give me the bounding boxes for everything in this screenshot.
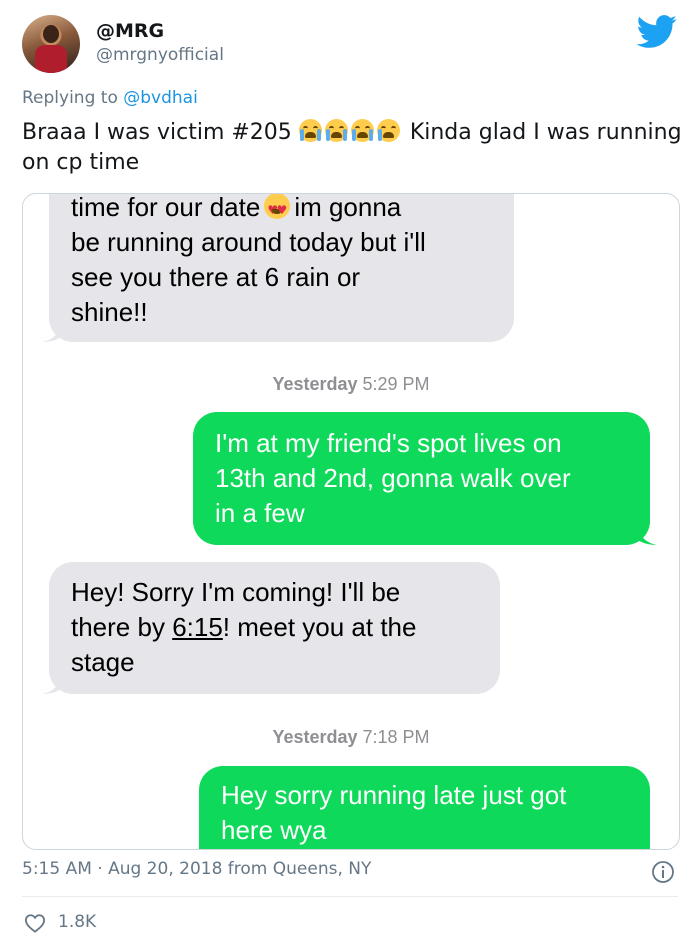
heart-icon[interactable] xyxy=(24,913,46,933)
message-line: Hey! Sorry I'm coming! I'll be xyxy=(71,577,401,607)
username[interactable]: @mrgnyofficial xyxy=(96,45,224,65)
message-line: I'm at my friend's spot lives on xyxy=(215,428,562,458)
message-line: see you there at 6 rain or xyxy=(71,262,361,292)
crying-emoji-icon xyxy=(324,119,348,142)
tweet-text: Braaa I was victim #205 Kinda glad I was… xyxy=(22,118,682,178)
display-name[interactable]: @MRG xyxy=(96,20,164,42)
info-icon[interactable] xyxy=(651,860,675,884)
replying-handle-link[interactable]: @bvdhai xyxy=(123,88,198,108)
bubble-tail xyxy=(42,674,62,694)
avatar-head xyxy=(43,25,59,43)
received-message: time for our dateim gonna be running aro… xyxy=(42,194,514,342)
sent-message: Hey sorry running late just got here wya xyxy=(199,766,650,849)
tears-of-joy-emoji-icon xyxy=(376,119,400,142)
received-message: Hey! Sorry I'm coming! I'll be there by … xyxy=(42,562,500,694)
message-line: time for our dateim gonna xyxy=(71,194,492,228)
sent-message: I'm at my friend's spot lives on 13th an… xyxy=(193,412,657,545)
message-timestamp: Yesterday 5:29 PM xyxy=(272,374,430,394)
message-line: shine!! xyxy=(71,297,148,327)
tweet-timestamp-location[interactable]: 5:15 AM · Aug 20, 2018 from Queens, NY xyxy=(22,859,371,879)
like-count[interactable]: 1.8K xyxy=(58,912,96,932)
attached-image[interactable]: time for our dateim gonna be running aro… xyxy=(22,193,680,850)
crying-emoji-icon xyxy=(350,119,374,142)
divider xyxy=(22,896,678,897)
message-line: 13th and 2nd, gonna walk over xyxy=(215,463,571,493)
replying-prefix: Replying to xyxy=(22,88,118,108)
message-line: stage xyxy=(71,647,135,677)
message-line: Hey sorry running late just got xyxy=(221,780,567,810)
twitter-bird-icon[interactable] xyxy=(636,15,678,49)
message-line: there by 6:15! meet you at the xyxy=(71,612,417,642)
heart-eyes-emoji-icon xyxy=(264,194,291,228)
message-timestamp: Yesterday 7:18 PM xyxy=(272,727,430,747)
bubble-tail xyxy=(637,525,657,545)
message-line: here wya xyxy=(221,815,327,845)
message-line: in a few xyxy=(215,498,305,528)
message-line: be running around today but i'll xyxy=(71,227,426,257)
avatar-shirt xyxy=(35,45,67,73)
replying-to: Replying to @bvdhai xyxy=(22,88,198,108)
tweet-text-part1: Braaa I was victim #205 xyxy=(22,120,292,145)
bubble-tail xyxy=(42,322,62,342)
avatar[interactable] xyxy=(22,15,80,73)
time-link[interactable]: 6:15 xyxy=(172,612,223,642)
crying-emoji-icon xyxy=(298,119,322,142)
